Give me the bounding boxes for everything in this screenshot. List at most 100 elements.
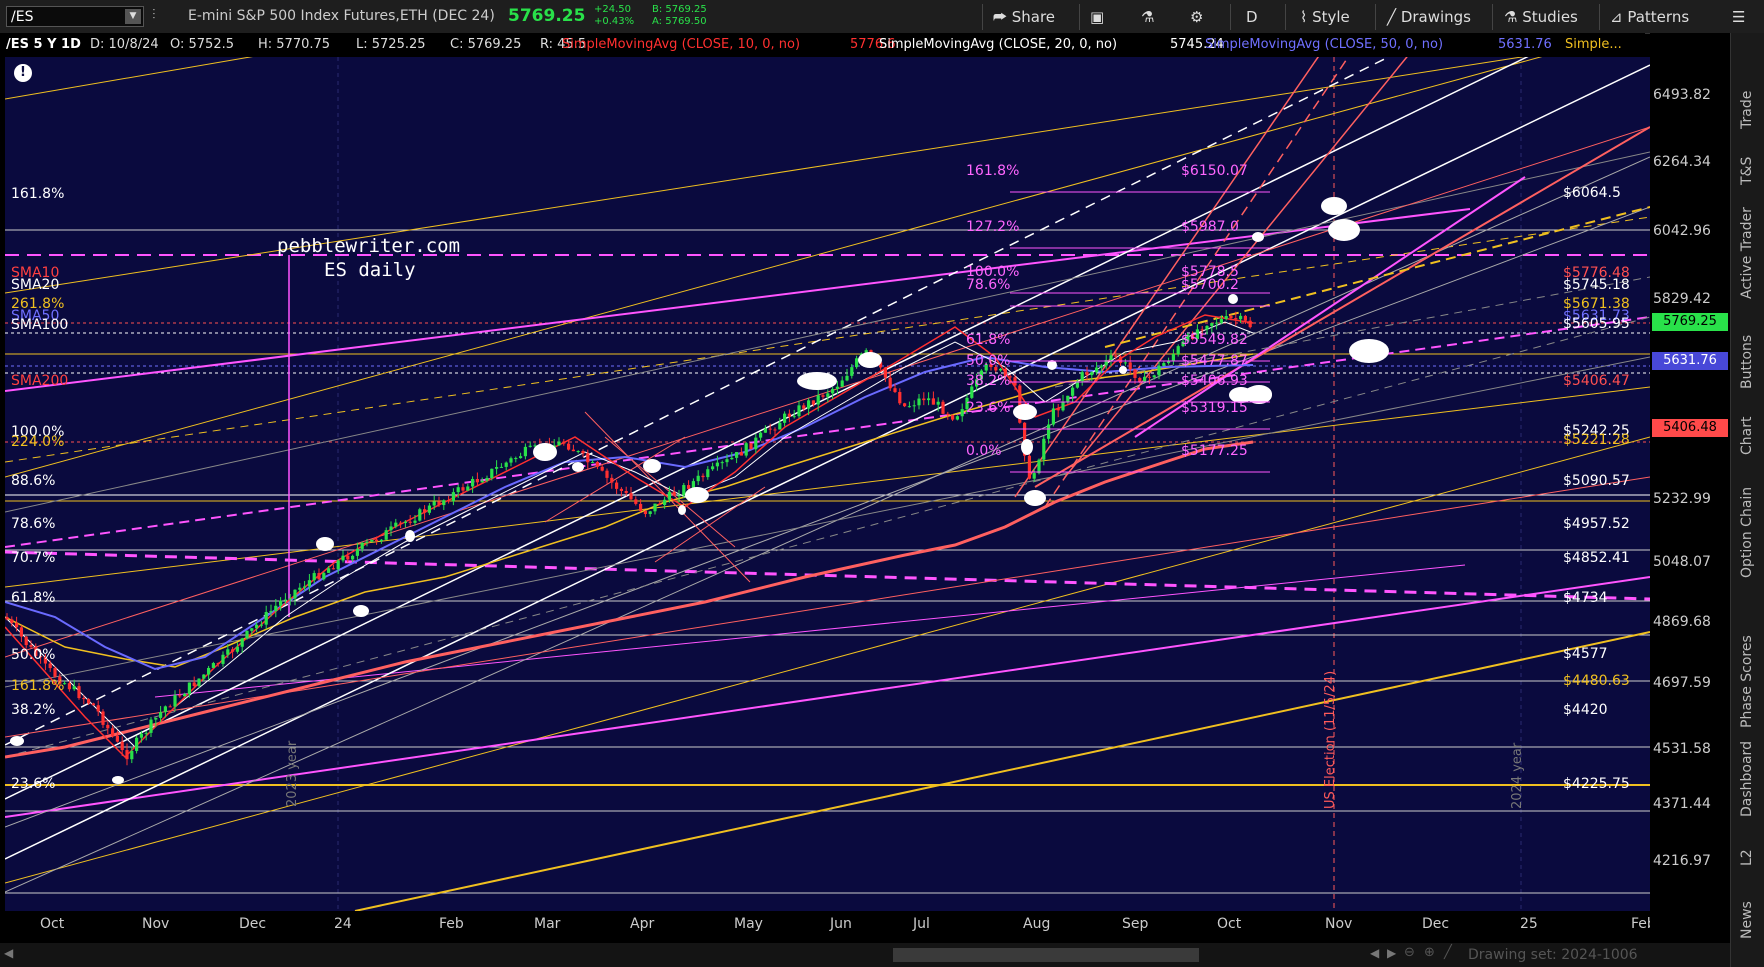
fib-price-label: $5477.87 xyxy=(1181,353,1248,369)
sidebar-tab-chart[interactable]: Chart xyxy=(1731,417,1764,456)
bid-ask: B: 5769.25 A: 5769.50 xyxy=(652,4,707,28)
fib-price-label: $6150.07 xyxy=(1181,163,1248,179)
last-price: 5769.25 xyxy=(508,6,586,26)
candle-body xyxy=(341,555,345,561)
candle-body xyxy=(634,499,638,504)
toolbar-divider xyxy=(1230,4,1231,30)
candle-body xyxy=(96,705,100,712)
candle-body xyxy=(835,386,839,390)
price-axis[interactable]: 6493.82 6264.34 6042.96 5829.42 5232.99 5048.… xyxy=(1650,33,1730,943)
scrollbar-thumb[interactable] xyxy=(893,948,1199,962)
candle-body xyxy=(264,612,268,625)
candle-body xyxy=(1205,325,1209,330)
chevron-down-icon[interactable]: ▼ xyxy=(125,9,141,24)
patterns-icon: ⊿ xyxy=(1610,8,1623,26)
time-axis-label: Sep xyxy=(1122,916,1149,932)
candle-body xyxy=(850,367,854,376)
sidebar-tab-dashboard[interactable]: Dashboard xyxy=(1731,741,1764,818)
patterns-button[interactable]: ⊿ Patterns xyxy=(1610,6,1689,28)
candle-body xyxy=(735,452,739,458)
drawings-button[interactable]: ╱ Drawings xyxy=(1387,6,1471,28)
time-axis[interactable]: Oct Nov Dec 24 Feb Mar Apr May Jun Jul Aug Sep Oct No… xyxy=(5,911,1656,943)
horizontal-scrollbar[interactable]: ◀ ◀ ▶ ⊖ ⊕ ╱ Drawing set: 2024-1006 xyxy=(0,943,1730,967)
sidebar-tab-news[interactable]: News xyxy=(1731,901,1764,940)
pct-change-value: +0.43% xyxy=(594,16,635,27)
candle-body xyxy=(514,458,518,460)
chart-plot-area[interactable]: pebblewriter.com ES daily 161.8% SMA10 SMA… xyxy=(5,57,1650,911)
toolbar-divider xyxy=(1375,4,1376,30)
candle-body xyxy=(480,480,484,483)
candle-body xyxy=(711,466,715,470)
snapshot-icon[interactable]: ▣ xyxy=(1090,6,1104,28)
candle-body xyxy=(605,470,609,478)
studies-button[interactable]: ⚗ Studies xyxy=(1504,6,1578,28)
candle-body xyxy=(389,526,393,531)
candle-body xyxy=(288,598,292,600)
candle-body xyxy=(283,599,287,601)
drawing-set-label[interactable]: Drawing set: 2024-1006 xyxy=(1468,947,1638,963)
scroll-left-icon[interactable]: ◀ xyxy=(4,946,13,960)
candle-body xyxy=(504,462,508,467)
candle-body xyxy=(509,458,513,463)
candle-body xyxy=(216,663,220,665)
aggregation-button[interactable]: D xyxy=(1246,6,1258,28)
toolbar-divider xyxy=(1285,4,1286,30)
candle-body xyxy=(173,695,177,707)
sma50-label[interactable]: SimpleMovingAvg (CLOSE, 50, 0, no) xyxy=(1205,33,1443,57)
candle-body xyxy=(202,674,206,679)
candle-body xyxy=(1147,376,1151,378)
symbol-input[interactable]: /ES ▼ xyxy=(6,6,144,27)
pencil-icon[interactable]: ╱ xyxy=(1444,945,1452,960)
sidebar-tab-label: Chart xyxy=(1739,416,1755,455)
right-level-label: $5406.47 xyxy=(1563,373,1630,389)
candle-body xyxy=(1248,320,1252,328)
flask-icon[interactable]: ⚗ xyxy=(1141,6,1154,28)
style-button[interactable]: ⌇ Style xyxy=(1300,6,1350,28)
zoom-in-icon[interactable]: ⊕ xyxy=(1424,945,1435,960)
share-button[interactable]: ⮫ Share xyxy=(993,6,1055,28)
candle-body xyxy=(1215,322,1219,324)
candle-body xyxy=(485,478,489,481)
sma10-label[interactable]: SimpleMovingAvg (CLOSE, 10, 0, no) xyxy=(562,33,800,57)
menu-icon[interactable]: ☰ xyxy=(1732,6,1745,28)
more-studies-label[interactable]: Simple... xyxy=(1565,33,1622,57)
sidebar-tab-label: Active Trader xyxy=(1739,207,1755,299)
zoom-out-icon[interactable]: ⊖ xyxy=(1404,945,1415,960)
gear-icon[interactable]: ⚙ xyxy=(1190,6,1203,28)
candle-body xyxy=(19,627,23,637)
alert-icon[interactable]: ! xyxy=(14,64,32,82)
candle-body xyxy=(946,413,950,416)
candle-body xyxy=(274,605,278,611)
link-icon[interactable]: ⫶ xyxy=(152,7,164,25)
sidebar-tab-l2[interactable]: L2 xyxy=(1731,849,1764,867)
time-axis-label: Mar xyxy=(534,916,561,932)
candle-body xyxy=(106,724,110,729)
right-level-label: $4225.75 xyxy=(1563,776,1630,792)
chart-timeframe[interactable]: /ES 5 Y 1D xyxy=(6,33,81,57)
sidebar-tab-trade[interactable]: Trade xyxy=(1731,91,1764,130)
price-axis-label: 5232.99 xyxy=(1653,491,1711,507)
sidebar-tab-option-chain[interactable]: Option Chain xyxy=(1731,487,1764,579)
candle-body xyxy=(187,682,191,694)
sma20-label[interactable]: SimpleMovingAvg (CLOSE, 20, 0, no) xyxy=(879,33,1117,57)
sidebar-tab-active-trader[interactable]: Active Trader xyxy=(1731,207,1764,300)
sidebar-tab-label: T&S xyxy=(1739,156,1755,185)
candle-body xyxy=(725,459,729,463)
sidebar-tab-t-s[interactable]: T&S xyxy=(1731,157,1764,186)
right-sidebar: Trade T&S Active Trader Buttons Chart Option … xyxy=(1730,33,1764,967)
pencil-icon: ╱ xyxy=(1387,8,1397,26)
candle-body xyxy=(955,416,959,420)
sidebar-tab-phase-scores[interactable]: Phase Scores xyxy=(1731,635,1764,729)
candle-body xyxy=(845,375,849,381)
candle-body xyxy=(941,401,945,414)
candle-body xyxy=(24,636,28,646)
candle-body xyxy=(826,393,830,397)
scroll-left-icon[interactable]: ◀ xyxy=(1370,946,1379,960)
sidebar-tab-buttons[interactable]: Buttons xyxy=(1731,335,1764,390)
candle-body xyxy=(1119,356,1123,363)
candle-body xyxy=(1109,355,1113,360)
candle-body xyxy=(159,712,163,718)
scroll-right-icon[interactable]: ▶ xyxy=(1387,946,1396,960)
candle-body xyxy=(763,428,767,433)
candle-body xyxy=(183,693,187,697)
